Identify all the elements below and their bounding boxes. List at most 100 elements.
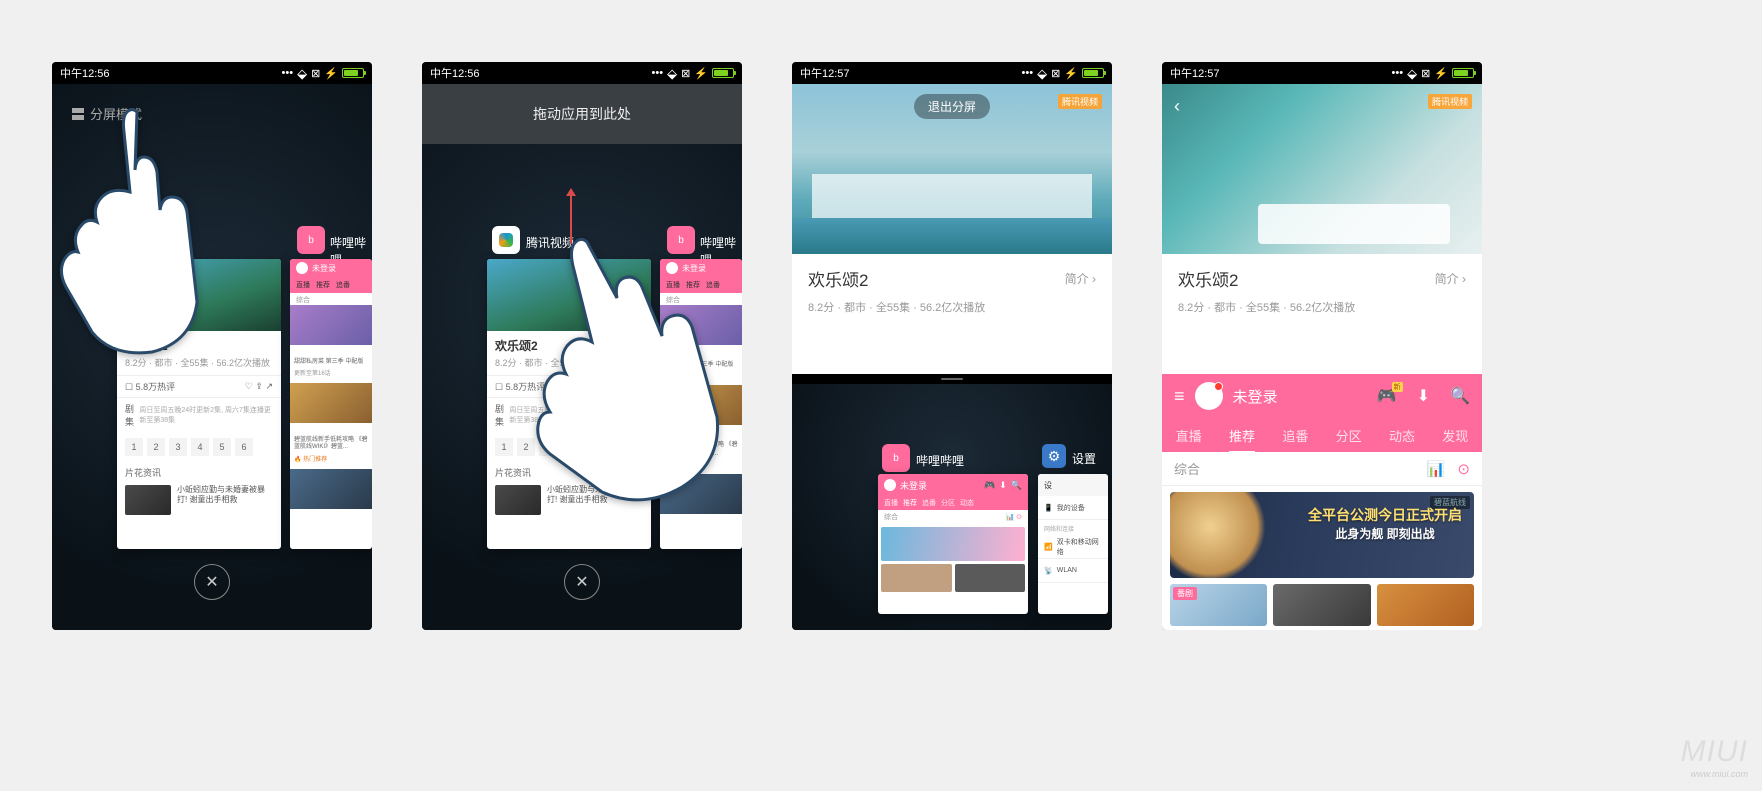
bilibili-app-icon: b: [882, 444, 910, 472]
video-meta: 8.2分 · 都市 · 全55集 · 56.2亿次播放: [1178, 299, 1466, 315]
watermark-label: 腾讯视频: [1428, 94, 1472, 109]
eps-note: 周日至周五晚24时更新2集, 周六7集连播更新至第38集: [139, 405, 273, 425]
recent-app-settings[interactable]: 设 📱我的设备 网络和连接 📶双卡和移动网络 📡WLAN: [1038, 474, 1108, 614]
clear-all-button[interactable]: ✕: [564, 564, 600, 600]
video-meta: 8.2分 · 都市 · 全55集 · 56.2亿次播放: [808, 299, 1096, 315]
recent-app-tencent[interactable]: 欢乐颂2 8.2分 · 都市 · 全55集 · 56.2亿次播放 ☐ 5.8万热…: [117, 259, 281, 549]
rank-icon[interactable]: 📊: [1427, 460, 1446, 478]
recents-background: 拖动应用到此处 腾讯视频 欢乐颂2 8.2分 · 都市 · 全55集 · 56.…: [422, 84, 742, 630]
clear-all-button[interactable]: ✕: [194, 564, 230, 600]
action-icons: ♡ ⇪ ↗: [245, 381, 273, 392]
settings-item: 📶双卡和移动网络: [1038, 535, 1108, 559]
status-bar: 中午12:56 ••• ⬙ ⊠ ⚡: [52, 62, 372, 84]
promo-banner[interactable]: 碧蓝航线 全平台公测今日正式开启 此身为舰 即刻出战: [1170, 492, 1474, 578]
bolt-icon: ⚡: [324, 67, 338, 80]
watermark-label: 腾讯视频: [1058, 94, 1102, 109]
video-thumbnail: [117, 259, 281, 331]
bilibili-app-label: 哔哩哔哩: [916, 452, 964, 469]
sub-label[interactable]: 综合: [1174, 459, 1200, 478]
recent-app-bilibili[interactable]: 未登录🎮⬇🔍 直播推荐追番分区动态 综合📊 ⊙: [878, 474, 1028, 614]
phone-1-recents: 中午12:56 ••• ⬙ ⊠ ⚡ 分屏模式 欢乐颂2 8.2分 · 都市 · …: [52, 62, 372, 630]
wifi-icon: ⬙: [297, 67, 307, 80]
tab-feed[interactable]: 动态: [1389, 426, 1415, 445]
split-bottom-app-bilibili[interactable]: ≡ 未登录 🎮新 ⬇ 🔍 直播 推荐 追番 分区 动态 发现 综合 📊 ⊙ 碧蓝…: [1162, 374, 1482, 630]
bilibili-header: ≡ 未登录 🎮新 ⬇ 🔍: [1162, 374, 1482, 418]
tencent-app-icon: [492, 226, 520, 254]
split-icon: [72, 108, 84, 120]
back-button[interactable]: ‹: [1174, 96, 1180, 117]
recent-app-bilibili[interactable]: 未登录 直播推荐追番 综合 甜甜私房菜 第三季 中配版 更新至第16话 碧蓝航线…: [660, 259, 742, 549]
recents-background: 分屏模式 欢乐颂2 8.2分 · 都市 · 全55集 · 56.2亿次播放 ☐ …: [52, 84, 372, 630]
phone-2-drag-to-split: 中午12:56 •••⬙⊠⚡ 拖动应用到此处 腾讯视频 欢乐颂2 8.2分 · …: [422, 62, 742, 630]
phone-3-split-active: 中午12:57 •••⬙⊠⚡ 退出分屏 腾讯视频 欢乐颂2 简介 › 8.2分 …: [792, 62, 1112, 630]
tencent-app-label: 腾讯视频: [526, 234, 574, 251]
split-divider[interactable]: [792, 374, 1112, 384]
battery-icon: [342, 68, 364, 78]
split-mode-button[interactable]: 分屏模式: [72, 104, 142, 123]
banner-line2: 此身为舰 即刻出战: [1308, 526, 1462, 543]
settings-item: 📡WLAN: [1038, 559, 1108, 583]
avatar[interactable]: [1195, 382, 1223, 410]
status-time: 中午12:56: [60, 65, 110, 81]
split-mode-label: 分屏模式: [90, 104, 142, 123]
drop-hint-label: 拖动应用到此处: [533, 104, 631, 124]
recent-app-bilibili[interactable]: 未登录 直播推荐追番 综合 甜甜私房菜 第三季 中配版 更新至第16话 碧蓝航线…: [290, 259, 372, 549]
status-bar: 中午12:57 •••⬙⊠⚡: [1162, 62, 1482, 84]
episode-grid[interactable]: 123456: [117, 432, 281, 462]
tab-bangumi[interactable]: 追番: [1282, 426, 1308, 445]
charge-icon: ⊠: [311, 67, 320, 80]
intro-button[interactable]: 简介 ›: [1435, 270, 1466, 287]
menu-icon[interactable]: ≡: [1174, 386, 1185, 407]
phone-4-split-bilibili: 中午12:57 •••⬙⊠⚡ ‹ 腾讯视频 欢乐颂2 简介 › 8.2分 · 都…: [1162, 62, 1482, 630]
video-title: 欢乐颂2: [117, 331, 281, 356]
video-player[interactable]: ‹ 腾讯视频: [1162, 84, 1482, 254]
search-icon[interactable]: 🔍: [1450, 386, 1470, 406]
miui-watermark: MIUI www.miui.com: [1681, 735, 1748, 779]
status-time: 中午12:57: [1170, 65, 1220, 81]
video-tile[interactable]: [1273, 584, 1370, 626]
settings-item: 📱我的设备: [1038, 496, 1108, 520]
settings-app-icon: ⚙: [1042, 444, 1066, 468]
clips-label: 片花资讯: [117, 462, 281, 479]
tile-tag: 番剧: [1173, 587, 1197, 600]
news-text: 小蚯蚓应勤与未婚妻被暴打! 谢童出手相救: [177, 485, 273, 515]
status-bar: 中午12:57 •••⬙⊠⚡: [792, 62, 1112, 84]
video-player[interactable]: 退出分屏 腾讯视频: [792, 84, 1112, 254]
more-icon: •••: [282, 67, 294, 79]
comments-label: ☐ 5.8万热评: [125, 380, 175, 393]
bilibili-subheader: 综合 📊 ⊙: [1162, 452, 1482, 486]
recent-app-tencent[interactable]: 欢乐颂2 8.2分 · 都市 · 全55集 · 56.2亿次播放 ☐ 5.8万热…: [487, 259, 651, 549]
intro-button[interactable]: 简介 ›: [1065, 270, 1096, 287]
login-label[interactable]: 未登录: [1233, 386, 1357, 407]
settings-app-label: 设置: [1072, 450, 1096, 467]
video-title: 欢乐颂2: [808, 266, 868, 291]
news-thumb: [125, 485, 171, 515]
video-tile[interactable]: 番剧: [1170, 584, 1267, 626]
bilibili-app-icon: b: [297, 226, 325, 254]
download-icon[interactable]: ⬇: [1417, 386, 1430, 406]
banner-line1: 全平台公测今日正式开启: [1308, 506, 1462, 526]
tab-discover[interactable]: 发现: [1442, 426, 1468, 445]
bilibili-tabs: 直播 推荐 追番 分区 动态 发现: [1162, 418, 1482, 452]
tag-icon[interactable]: ⊙: [1457, 460, 1470, 478]
status-time: 中午12:56: [430, 65, 480, 81]
eps-label: 剧集: [125, 402, 139, 428]
status-time: 中午12:57: [800, 65, 850, 81]
news-item[interactable]: 小蚯蚓应勤与未婚妻被暴打! 谢童出手相救: [117, 479, 281, 521]
video-meta: 8.2分 · 都市 · 全55集 · 56.2亿次播放: [117, 356, 281, 375]
drag-arrow-icon: [570, 194, 572, 244]
video-grid: 番剧: [1162, 584, 1482, 626]
status-bar: 中午12:56 •••⬙⊠⚡: [422, 62, 742, 84]
tab-recommend[interactable]: 推荐: [1229, 426, 1255, 445]
exit-split-button[interactable]: 退出分屏: [914, 94, 990, 119]
tab-live[interactable]: 直播: [1176, 426, 1202, 445]
split-top-app-tencent[interactable]: ‹ 腾讯视频 欢乐颂2 简介 › 8.2分 · 都市 · 全55集 · 56.2…: [1162, 84, 1482, 374]
tab-category[interactable]: 分区: [1336, 426, 1362, 445]
drop-zone[interactable]: 拖动应用到此处: [422, 84, 742, 144]
game-icon[interactable]: 🎮新: [1377, 386, 1397, 406]
video-title: 欢乐颂2: [1178, 266, 1238, 291]
split-top-app-tencent[interactable]: 退出分屏 腾讯视频 欢乐颂2 简介 › 8.2分 · 都市 · 全55集 · 5…: [792, 84, 1112, 374]
video-tile[interactable]: [1377, 584, 1474, 626]
bilibili-app-icon: b: [667, 226, 695, 254]
split-bottom-recents[interactable]: b 哔哩哔哩 未登录🎮⬇🔍 直播推荐追番分区动态 综合📊 ⊙ ⚙ 设置 设 📱我…: [792, 384, 1112, 630]
